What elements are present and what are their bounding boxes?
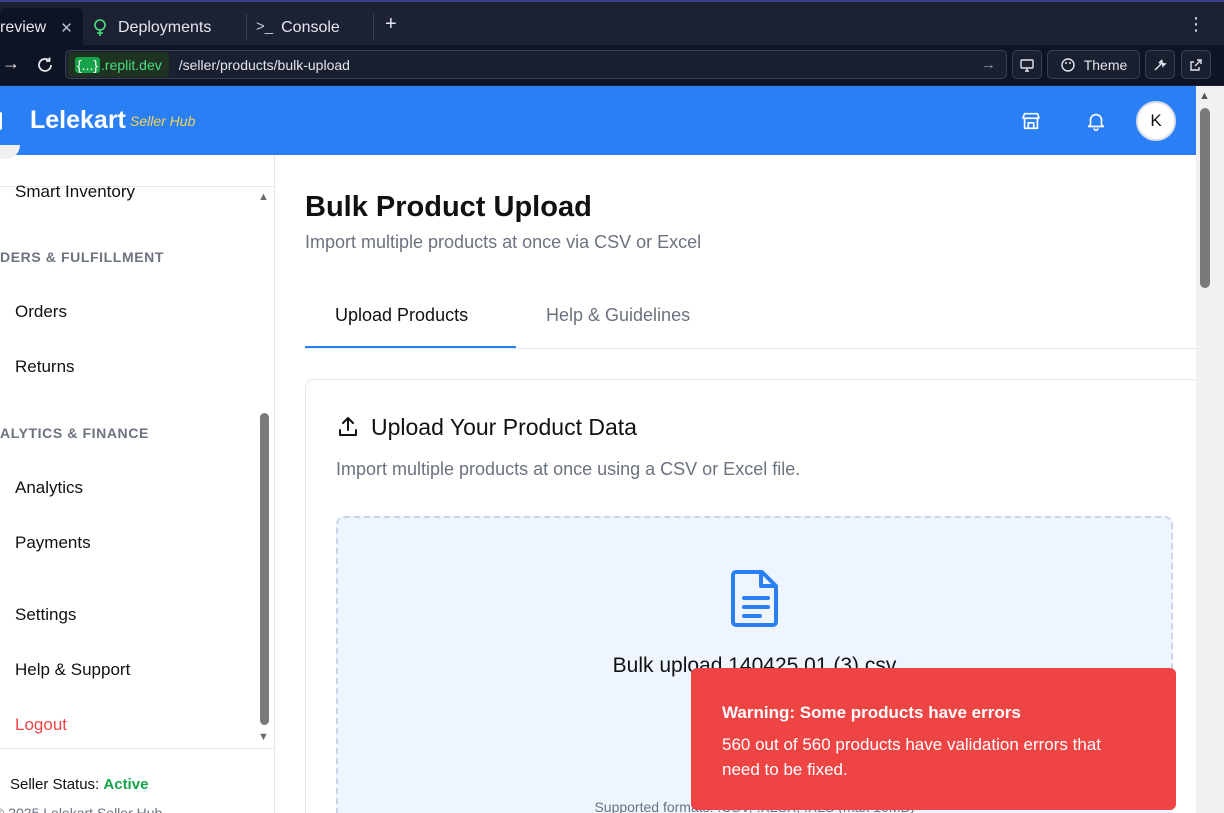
logout-button[interactable]: Logout	[15, 715, 67, 735]
tab-label: review	[0, 18, 47, 36]
scroll-down-arrow[interactable]: ▼	[258, 731, 269, 743]
address-bar: → {...} .replit.dev /seller/products/bulk…	[0, 45, 1224, 85]
more-icon[interactable]: ⋮	[1187, 14, 1205, 35]
sidebar-item-analytics[interactable]: Analytics	[15, 478, 83, 498]
wrench-icon	[1154, 59, 1167, 70]
forward-icon[interactable]: →	[2, 53, 20, 74]
upload-icon	[339, 417, 357, 436]
brand-subtitle: Seller Hub	[130, 113, 196, 129]
url-domain: {...} .replit.dev	[68, 52, 169, 77]
menu-toggle[interactable]	[0, 112, 2, 130]
avatar[interactable]: K	[1136, 101, 1176, 141]
card-title: Upload Your Product Data	[371, 414, 637, 440]
sidebar-item-returns[interactable]: Returns	[15, 357, 75, 377]
sidebar-scrollbar-thumb[interactable]	[260, 413, 269, 725]
toast-title: Warning: Some products have errors	[722, 703, 1021, 722]
active-tab-indicator	[305, 346, 516, 348]
scroll-up-arrow[interactable]: ▲	[1199, 90, 1210, 102]
open-external-button[interactable]	[1181, 50, 1211, 79]
tab-help-guidelines[interactable]: Help & Guidelines	[546, 305, 690, 326]
scroll-up-arrow[interactable]: ▲	[258, 191, 269, 203]
devices-button[interactable]	[1012, 50, 1042, 79]
url-field[interactable]: {...} .replit.dev /seller/products/bulk-u…	[65, 50, 1007, 79]
error-toast: Warning: Some products have errors 560 o…	[691, 668, 1176, 810]
reload-icon[interactable]	[35, 55, 55, 75]
tab-preview[interactable]: review ✕	[0, 8, 83, 47]
sidebar-section-analytics: ALYTICS & FINANCE	[0, 425, 149, 441]
sidebar-section-orders: DERS & FULFILLMENT	[0, 249, 165, 265]
new-tab-button[interactable]: +	[385, 13, 397, 36]
domain-text: .replit.dev	[101, 56, 162, 73]
page-subtitle: Import multiple products at once via CSV…	[305, 232, 702, 252]
copyright-text: 2025 Lelekart Seller Hub	[8, 805, 163, 813]
tab-label: Deployments	[118, 18, 212, 36]
app-header: Lelekart Seller Hub K	[0, 86, 1196, 155]
bell-icon[interactable]	[1085, 110, 1107, 132]
domain-badge: {...}	[75, 56, 101, 73]
store-icon[interactable]	[1020, 110, 1042, 132]
sidebar-item-orders[interactable]: Orders	[15, 302, 67, 322]
seller-status: Seller Status: Active	[10, 776, 148, 793]
terminal-icon: >_	[256, 17, 274, 35]
tools-button[interactable]	[1145, 50, 1175, 79]
page-scrollbar[interactable]: ▲	[1196, 86, 1224, 813]
browser-tab-bar: review ✕ Deployments >_ Console + ⋮	[0, 0, 1224, 47]
file-icon	[731, 570, 778, 627]
sidebar-footer: Seller Status: Active © 2025 Lelekart Se…	[0, 748, 274, 813]
page-title: Bulk Product Upload	[305, 191, 592, 223]
status-label: Seller Status:	[10, 776, 100, 793]
copyright: © 2025 Lelekart Seller Hub	[0, 805, 162, 813]
tab-deployments[interactable]: Deployments	[90, 8, 240, 47]
sidebar-item-help[interactable]: Help & Support	[15, 660, 130, 680]
monitor-icon	[1020, 58, 1034, 72]
sidebar-item-smart-inventory[interactable]: Smart Inventory	[15, 182, 135, 202]
go-arrow-icon[interactable]: →	[981, 56, 996, 73]
url-path: /seller/products/bulk-upload	[178, 56, 350, 73]
sidebar-item-payments[interactable]: Payments	[15, 533, 91, 553]
brand-logo[interactable]: Lelekart	[30, 106, 126, 135]
theme-label: Theme	[1083, 56, 1128, 73]
sidebar-avatar-edge	[0, 145, 20, 159]
tab-label: Console	[281, 18, 340, 36]
theme-button[interactable]: Theme	[1047, 50, 1140, 79]
close-icon[interactable]: ✕	[60, 19, 73, 37]
external-link-icon	[1190, 58, 1202, 71]
tab-console[interactable]: >_ Console	[256, 8, 366, 47]
sidebar: Smart Inventory DERS & FULFILLMENT Order…	[0, 145, 275, 813]
tab-list: Upload Products Help & Guidelines	[305, 295, 1196, 349]
status-badge: Active	[103, 776, 149, 793]
sidebar-item-settings[interactable]: Settings	[15, 605, 76, 625]
tab-upload-products[interactable]: Upload Products	[335, 305, 468, 326]
deployments-icon	[94, 18, 106, 36]
palette-icon	[1061, 57, 1075, 72]
page-scrollbar-thumb[interactable]	[1200, 108, 1210, 288]
card-subtitle: Import multiple products at once using a…	[336, 459, 801, 479]
toast-body: 560 out of 560 products have validation …	[722, 735, 1101, 779]
avatar-initial: K	[1150, 111, 1162, 130]
